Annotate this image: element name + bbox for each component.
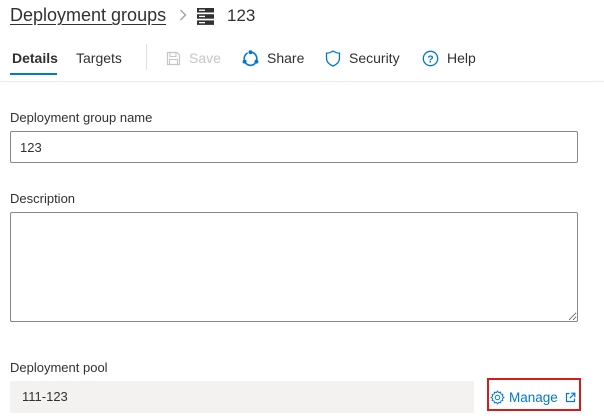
security-label: Security xyxy=(349,50,400,66)
deployment-group-name-label: Deployment group name xyxy=(10,110,153,125)
help-label: Help xyxy=(447,50,476,66)
active-tab-indicator xyxy=(10,73,57,75)
save-icon xyxy=(166,51,181,65)
help-icon: ? xyxy=(422,50,439,66)
share-label: Share xyxy=(267,50,305,66)
help-button[interactable]: ? Help xyxy=(422,48,476,68)
deployment-group-name-input[interactable] xyxy=(10,131,578,163)
toolbar-bottom-divider xyxy=(0,81,604,82)
save-button[interactable]: Save xyxy=(166,48,221,68)
security-button[interactable]: Security xyxy=(325,48,400,68)
share-button[interactable]: Share xyxy=(242,48,304,68)
deployment-pool-field: 111-123 xyxy=(10,381,474,413)
breadcrumb-deployment-groups-link[interactable]: Deployment groups xyxy=(10,5,166,26)
manage-pool-link[interactable]: Manage xyxy=(490,388,576,406)
tab-targets[interactable]: Targets xyxy=(76,50,122,66)
open-in-new-window-icon xyxy=(565,392,576,402)
shield-icon xyxy=(325,49,341,67)
toolbar-divider xyxy=(146,44,147,70)
manage-label: Manage xyxy=(509,389,558,405)
save-label: Save xyxy=(189,50,221,66)
svg-text:?: ? xyxy=(427,53,433,65)
chevron-right-icon xyxy=(180,9,187,21)
share-icon xyxy=(242,49,259,66)
description-label: Description xyxy=(10,191,76,206)
page-title: 123 xyxy=(227,6,256,25)
description-textarea[interactable] xyxy=(10,212,578,322)
tab-details[interactable]: Details xyxy=(12,50,58,66)
deployment-pool-label: Deployment pool xyxy=(10,360,108,375)
gear-icon xyxy=(490,389,505,405)
server-icon xyxy=(197,8,214,25)
